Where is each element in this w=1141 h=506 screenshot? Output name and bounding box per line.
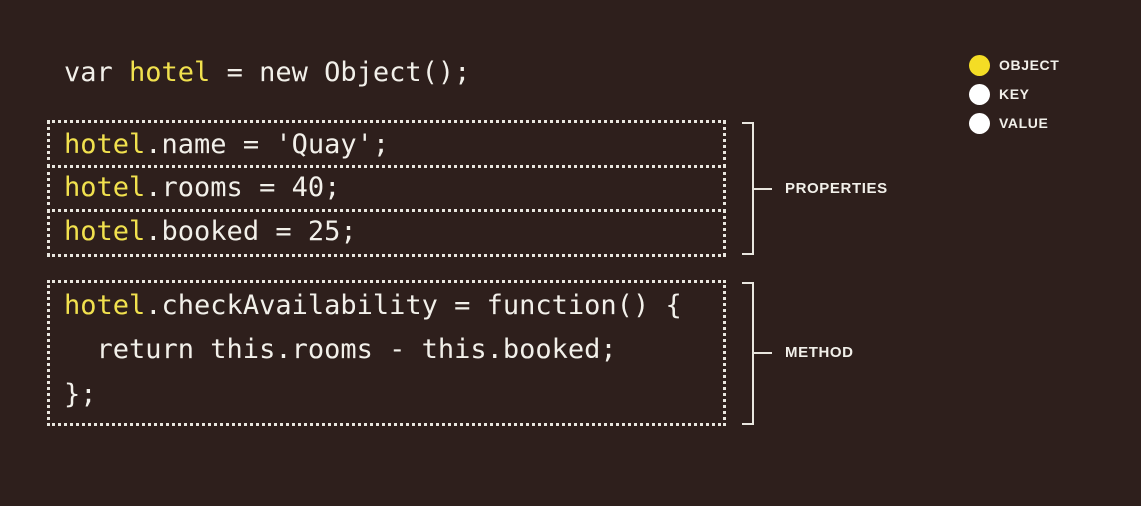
property-line-booked: hotel.booked = 25;	[64, 218, 357, 245]
property-assignment: .booked = 25;	[145, 216, 357, 247]
object-constructor: = new Object();	[210, 57, 471, 88]
object-name: hotel	[64, 290, 146, 321]
method-label: METHOD	[785, 344, 854, 361]
method-bracket	[742, 282, 754, 425]
method-return-statement: return this.rooms - this.booked;	[64, 334, 617, 365]
object-declaration-line: var hotel = new Object();	[64, 59, 470, 86]
legend-label: VALUE	[999, 115, 1049, 131]
object-name: hotel	[64, 172, 146, 203]
value-color-dot-icon	[969, 112, 990, 134]
property-line-rooms: hotel.rooms = 40;	[64, 174, 340, 201]
property-line-name: hotel.name = 'Quay';	[64, 131, 389, 158]
key-color-dot-icon	[969, 83, 990, 105]
object-name: hotel	[64, 216, 146, 247]
legend-label: OBJECT	[999, 57, 1060, 73]
legend-item-object: OBJECT	[969, 54, 1059, 76]
properties-bracket-tick	[754, 188, 772, 190]
property-assignment: .rooms = 40;	[145, 172, 341, 203]
object-name: hotel	[64, 129, 146, 160]
legend-item-value: VALUE	[969, 112, 1048, 134]
method-bracket-tick	[754, 352, 772, 354]
properties-bracket	[742, 122, 754, 255]
property-assignment: .name = 'Quay';	[145, 129, 390, 160]
method-line-3: };	[64, 381, 97, 408]
keyword-var: var	[64, 57, 130, 88]
legend-item-key: KEY	[969, 83, 1030, 105]
object-name: hotel	[129, 57, 211, 88]
method-line-1: hotel.checkAvailability = function() {	[64, 292, 682, 319]
properties-label: PROPERTIES	[785, 180, 888, 197]
object-color-dot-icon	[969, 54, 990, 76]
legend-label: KEY	[999, 86, 1030, 102]
method-declaration: .checkAvailability = function() {	[145, 290, 682, 321]
method-closing: };	[64, 379, 97, 410]
method-line-2: return this.rooms - this.booked;	[64, 336, 617, 363]
